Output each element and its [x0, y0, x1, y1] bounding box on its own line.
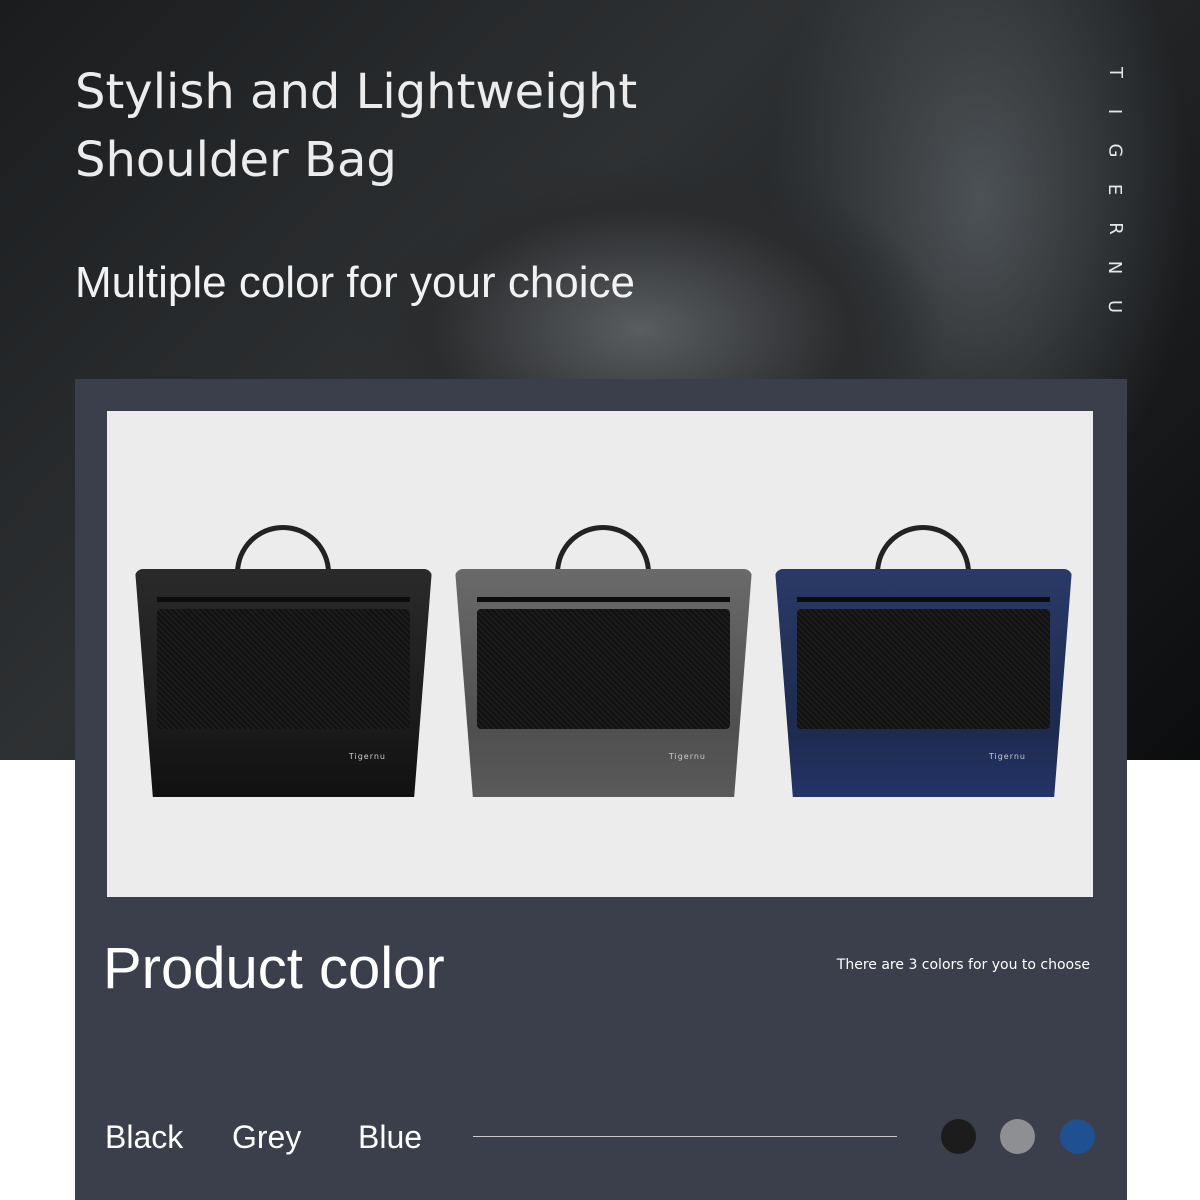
- hero-title: Stylish and Lightweight Shoulder Bag: [75, 58, 637, 194]
- brand-vertical: T I G E R N U: [1100, 62, 1130, 317]
- color-label-black: Black: [105, 1119, 184, 1155]
- swatch-blue: [1060, 1119, 1095, 1154]
- mesh-pocket: [477, 609, 730, 729]
- bag-logo: Tigernu: [348, 752, 386, 761]
- product-color-panel: Tigernu Tigernu Tigernu Product color Th…: [75, 379, 1127, 1200]
- bag-body: Tigernu: [135, 569, 432, 797]
- bag-blue: Tigernu: [775, 525, 1072, 797]
- bag-grey: Tigernu: [455, 525, 752, 797]
- brand-letter: E: [1104, 183, 1126, 196]
- color-label-grey: Grey: [232, 1119, 302, 1155]
- mesh-pocket: [797, 609, 1050, 729]
- section-note: There are 3 colors for you to choose: [836, 957, 1090, 973]
- brand-letter: R: [1104, 222, 1126, 235]
- brand-letter: I: [1104, 108, 1126, 115]
- hero-subtitle: Multiple color for your choice: [75, 258, 636, 307]
- zipper: [797, 597, 1050, 602]
- divider: [473, 1136, 897, 1137]
- brand-letter: T: [1104, 67, 1126, 78]
- bag-body: Tigernu: [775, 569, 1072, 797]
- bag-black: Tigernu: [135, 525, 432, 797]
- bag-body: Tigernu: [455, 569, 752, 797]
- section-heading: Product color: [103, 936, 445, 1001]
- bag-logo: Tigernu: [988, 752, 1026, 761]
- mesh-pocket: [157, 609, 410, 729]
- swatch-grey: [1000, 1119, 1035, 1154]
- product-photo: Tigernu Tigernu Tigernu: [107, 411, 1093, 897]
- bag-logo: Tigernu: [668, 752, 706, 761]
- brand-letter: N: [1104, 260, 1126, 275]
- color-label-blue: Blue: [358, 1119, 423, 1155]
- brand-letter: G: [1104, 143, 1126, 158]
- swatch-black: [941, 1119, 976, 1154]
- brand-letter: U: [1104, 299, 1126, 314]
- title-line-1: Stylish and Lightweight: [75, 64, 638, 120]
- zipper: [477, 597, 730, 602]
- zipper: [157, 597, 410, 602]
- title-line-2: Shoulder Bag: [75, 132, 397, 188]
